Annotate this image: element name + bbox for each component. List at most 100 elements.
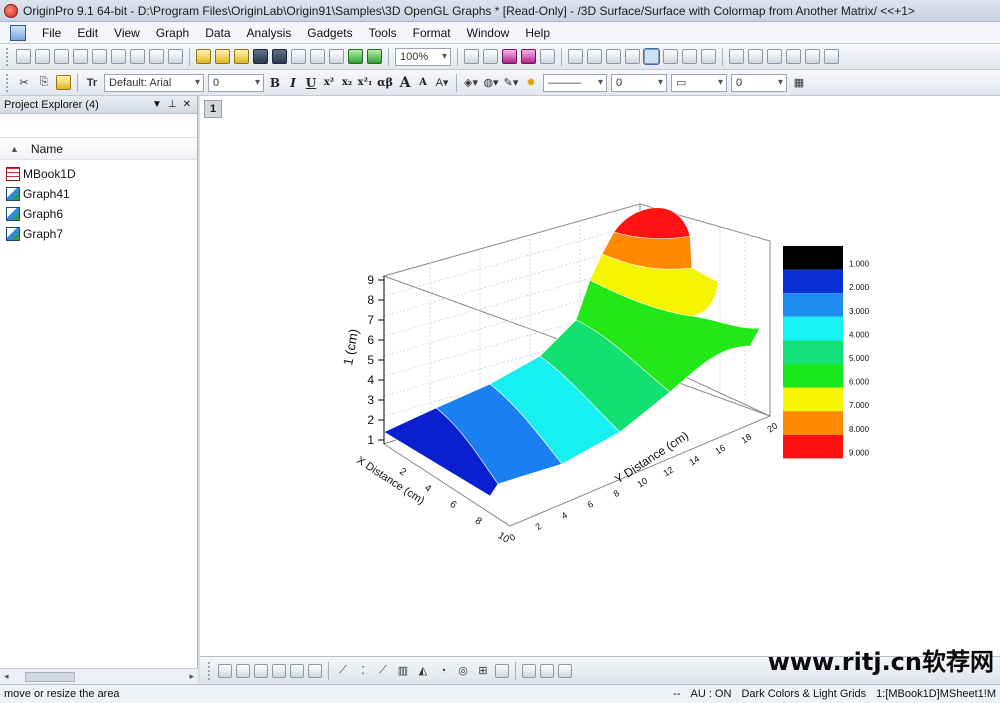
scroll-right-icon[interactable]: ▸: [189, 671, 194, 682]
zoom-in-icon[interactable]: [218, 663, 232, 678]
menu-data[interactable]: Data: [197, 22, 238, 44]
list-item[interactable]: Graph7: [0, 224, 197, 244]
new-layout-icon[interactable]: [149, 49, 164, 64]
toolbar-grip[interactable]: [6, 73, 10, 92]
light-icon[interactable]: ✹: [522, 74, 540, 92]
graph-window[interactable]: 1 9 8 7 6 5 4 3 2 1 1 (cm) 2 4 6 8 10 X …: [200, 96, 1000, 656]
bar-plot-icon[interactable]: [272, 663, 286, 678]
menu-format[interactable]: Format: [405, 22, 459, 44]
contour-icon[interactable]: [308, 663, 322, 678]
list-item[interactable]: Graph41: [0, 184, 197, 204]
open-icon[interactable]: [196, 49, 211, 64]
save-template-icon[interactable]: [272, 49, 287, 64]
matrix-plot-icon[interactable]: [290, 663, 304, 678]
layer-icon[interactable]: [540, 49, 555, 64]
new-workbook-icon[interactable]: [54, 49, 69, 64]
results-log-icon[interactable]: [568, 49, 583, 64]
batch-icon[interactable]: [367, 49, 382, 64]
font-name-select[interactable]: Default: Arial: [104, 73, 204, 92]
pie-chart-icon[interactable]: ◔: [434, 662, 452, 680]
italic-button[interactable]: I: [284, 76, 302, 90]
line-style-select[interactable]: ———: [543, 73, 607, 92]
menu-window[interactable]: Window: [459, 22, 518, 44]
menu-gadgets[interactable]: Gadgets: [299, 22, 360, 44]
help-icon[interactable]: [682, 49, 697, 64]
add-column-icon[interactable]: [729, 49, 744, 64]
recalculate-icon[interactable]: [348, 49, 363, 64]
new-folder-icon[interactable]: [35, 49, 50, 64]
decrease-font-button[interactable]: A: [414, 77, 432, 88]
hatch-pattern-icon[interactable]: ▦: [790, 74, 808, 92]
new-excel-icon[interactable]: [73, 49, 88, 64]
menu-edit[interactable]: Edit: [69, 22, 106, 44]
sort-icon[interactable]: [786, 49, 801, 64]
scroll-left-icon[interactable]: ◂: [4, 671, 9, 682]
fill-color-icon[interactable]: ◈▾: [462, 74, 480, 92]
set-values-icon[interactable]: [767, 49, 782, 64]
superscript-button[interactable]: x²: [320, 77, 338, 88]
message-log-icon[interactable]: [606, 49, 621, 64]
scrollbar-thumb[interactable]: [24, 671, 75, 682]
list-item[interactable]: MBook1D: [0, 164, 197, 184]
document-icon[interactable]: [10, 24, 26, 41]
new-graph-icon[interactable]: [92, 49, 107, 64]
menu-graph[interactable]: Graph: [148, 22, 197, 44]
toolbar-grip[interactable]: [6, 47, 10, 66]
copy-icon[interactable]: ⎘: [35, 74, 53, 92]
border-select[interactable]: ▭: [671, 73, 727, 92]
column-plot-icon[interactable]: ▥: [394, 662, 412, 680]
pattern-color-icon[interactable]: ◍▾: [482, 74, 500, 92]
import-icon[interactable]: [291, 49, 306, 64]
line-plot-icon[interactable]: ⟋: [334, 662, 352, 680]
font-size-select[interactable]: 0: [208, 73, 264, 92]
pin-icon[interactable]: ⊥: [168, 99, 177, 110]
new-notes-icon[interactable]: [168, 49, 183, 64]
open-template-icon[interactable]: [215, 49, 230, 64]
menu-analysis[interactable]: Analysis: [239, 22, 300, 44]
menu-view[interactable]: View: [106, 22, 148, 44]
panel-menu-icon[interactable]: ▼: [152, 99, 162, 110]
script-window-icon[interactable]: [663, 49, 678, 64]
new-function-icon[interactable]: [130, 49, 145, 64]
name-column-header[interactable]: ▲ Name: [0, 138, 197, 160]
bold-button[interactable]: B: [266, 76, 284, 90]
layer-management-icon[interactable]: [558, 663, 572, 678]
line-width-select[interactable]: 0: [611, 73, 667, 92]
layer-number-button[interactable]: 1: [204, 100, 222, 118]
new-matrix-icon[interactable]: [111, 49, 126, 64]
list-item[interactable]: Graph6: [0, 204, 197, 224]
project-explorer-icon[interactable]: [625, 49, 640, 64]
paste-icon[interactable]: [56, 75, 71, 90]
scatter-plot-icon[interactable]: ⁚: [354, 662, 372, 680]
underline-button[interactable]: U: [302, 76, 320, 90]
line-symbol-icon[interactable]: ⟋: [374, 662, 392, 680]
duplicate-icon[interactable]: [502, 49, 517, 64]
close-icon[interactable]: ✕: [183, 99, 191, 110]
command-window-icon[interactable]: [587, 49, 602, 64]
menu-help[interactable]: Help: [517, 22, 558, 44]
supersub-button[interactable]: x²₁: [356, 77, 374, 88]
import-multiple-icon[interactable]: [329, 49, 344, 64]
apps-icon[interactable]: [701, 49, 716, 64]
rescale-icon[interactable]: [236, 663, 250, 678]
template-library-icon[interactable]: [522, 663, 536, 678]
horizontal-scrollbar[interactable]: ◂ ▸: [0, 668, 198, 684]
print-icon[interactable]: [464, 49, 479, 64]
import-ascii-icon[interactable]: [310, 49, 325, 64]
save-icon[interactable]: [253, 49, 268, 64]
3d-surface-plot[interactable]: 987654321 1 (cm) 246810 X Distance (cm) …: [340, 196, 900, 556]
code-builder-icon[interactable]: [521, 49, 536, 64]
increase-font-button[interactable]: A: [396, 75, 414, 91]
greek-button[interactable]: αβ: [374, 76, 396, 89]
toolbar-grip[interactable]: [208, 661, 212, 680]
refresh-icon[interactable]: [483, 49, 498, 64]
pattern-select[interactable]: 0: [731, 73, 787, 92]
zoom-select[interactable]: 100%: [395, 47, 451, 66]
font-color-icon[interactable]: A▾: [433, 74, 451, 92]
open-excel-icon[interactable]: [234, 49, 249, 64]
rotate-icon[interactable]: [254, 663, 268, 678]
plot-setup-icon[interactable]: [540, 663, 554, 678]
sum-icon[interactable]: [748, 49, 763, 64]
folder-tree-area[interactable]: [0, 114, 197, 138]
polar-plot-icon[interactable]: ◎: [454, 662, 472, 680]
